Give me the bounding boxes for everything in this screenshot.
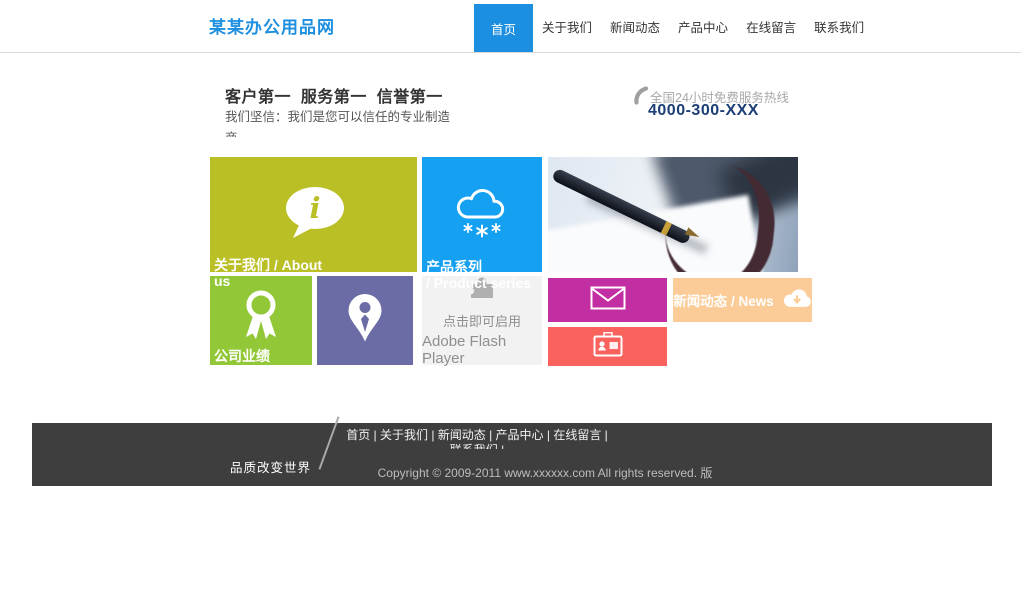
tile-contact-card[interactable] — [548, 327, 667, 366]
main-nav: 首页 关于我们 新闻动态 产品中心 在线留言 联系我们 — [474, 0, 873, 52]
snow-cloud-icon — [453, 186, 511, 243]
hotline-number: 4000-300-XXX — [648, 102, 759, 120]
award-ribbon-icon — [239, 289, 283, 346]
tile-location[interactable] — [317, 276, 413, 365]
download-cloud-icon — [782, 287, 812, 314]
envelope-icon — [590, 286, 626, 315]
tile-mail[interactable] — [548, 278, 667, 322]
hero-title: 客户第一 服务第一 信誉第一 — [225, 83, 443, 107]
nav-item-home[interactable]: 首页 — [474, 4, 533, 52]
tile-about-label-line1: 关于我们 / About — [214, 258, 322, 274]
tile-products-label: 产品系列 / Product series — [426, 260, 531, 291]
footer-nav-links[interactable]: 首页 | 关于我们 | 新闻动态 | 产品中心 | 在线留言 | 联系我们 | — [344, 428, 610, 449]
footer-copyright: Copyright © 2009-2011 www.xxxxxx.com All… — [32, 466, 992, 481]
nav-item-about[interactable]: 关于我们 — [533, 0, 601, 52]
nav-item-contact[interactable]: 联系我们 — [805, 0, 873, 52]
phone-icon — [632, 86, 649, 110]
contact-card-icon — [593, 332, 623, 362]
tile-news-label: 新闻动态 / News — [673, 290, 774, 310]
flash-player-text: Adobe Flash Player — [422, 333, 542, 367]
tile-products-label-line1: 产品系列 — [426, 260, 531, 276]
tile-about-label: 关于我们 / About us — [214, 258, 322, 289]
person-pin-icon — [345, 293, 385, 348]
svg-text:i: i — [309, 191, 320, 225]
footer: 首页 | 关于我们 | 新闻动态 | 产品中心 | 在线留言 | 联系我们 | … — [32, 423, 992, 486]
tile-pen-photo[interactable] — [548, 157, 798, 272]
tile-achievements-label: 公司业绩 — [214, 349, 270, 365]
hero-subtitle: 我们坚信：我们是您可以信任的专业制造商 — [225, 107, 457, 137]
nav-item-products[interactable]: 产品中心 — [669, 0, 737, 52]
tile-news[interactable]: 新闻动态 / News — [673, 278, 812, 322]
tile-products-label-line2: / Product series — [426, 276, 531, 292]
nav-item-message[interactable]: 在线留言 — [737, 0, 805, 52]
info-bubble-icon: i — [281, 185, 347, 244]
tile-achievements[interactable]: 公司业绩 — [210, 276, 312, 365]
tile-about[interactable]: i 关于我们 / About us — [210, 157, 417, 272]
flash-enable-text: 点击即可启用 — [443, 311, 521, 330]
site-logo[interactable]: 某某办公用品网 — [209, 13, 335, 38]
page: 某某办公用品网 首页 关于我们 新闻动态 产品中心 在线留言 联系我们 客户第一… — [0, 0, 1021, 593]
nav-item-news[interactable]: 新闻动态 — [601, 0, 669, 52]
header: 某某办公用品网 首页 关于我们 新闻动态 产品中心 在线留言 联系我们 — [0, 0, 1021, 53]
tile-products[interactable]: 产品系列 / Product series — [422, 157, 542, 272]
tile-about-label-line2: us — [214, 274, 322, 290]
